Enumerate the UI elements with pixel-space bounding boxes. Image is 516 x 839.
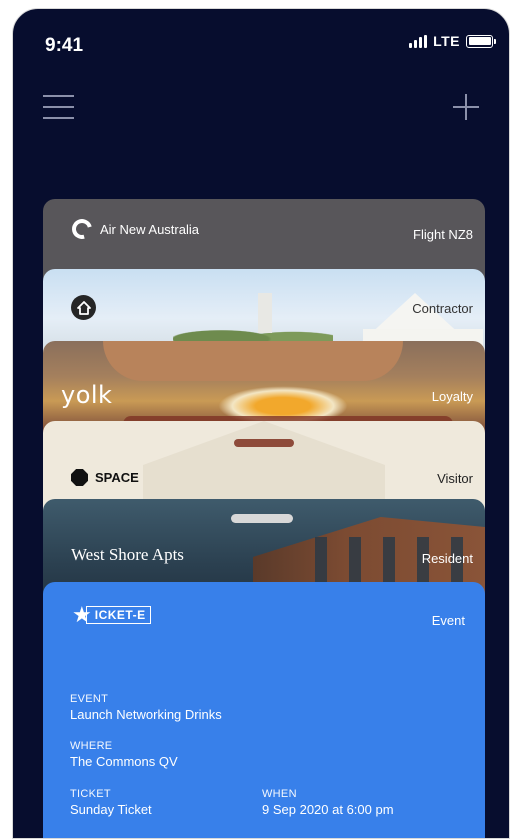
airline-brand: Air New Australia <box>68 215 199 243</box>
battery-icon <box>466 34 496 48</box>
where-value: The Commons QV <box>70 754 178 769</box>
hamburger-menu-icon[interactable] <box>43 95 74 119</box>
home-logo-icon <box>71 295 96 320</box>
badge-slot <box>231 514 293 523</box>
where-field: WHERE The Commons QV <box>70 740 178 769</box>
ticket-label: TICKET <box>70 788 111 800</box>
badge-slot <box>234 439 294 447</box>
status-indicators: LTE <box>409 33 496 49</box>
pass-type-label: Contractor <box>412 301 473 316</box>
pass-type-label: Resident <box>421 551 473 566</box>
ticket-field: TICKET Sunday Ticket <box>70 788 152 817</box>
network-label: LTE <box>433 33 460 49</box>
chimney-image <box>258 293 272 333</box>
signal-bars-icon <box>409 34 428 48</box>
when-field: WHEN 9 Sep 2020 at 6:00 pm <box>262 788 394 817</box>
event-label: EVENT <box>70 693 109 705</box>
space-name: SPACE <box>95 470 139 485</box>
yolk-logo: yolk <box>61 381 113 409</box>
where-label: WHERE <box>70 740 113 752</box>
event-value: Launch Networking Drinks <box>70 707 222 722</box>
when-label: WHEN <box>262 788 297 800</box>
pass-type-label: Visitor <box>437 471 473 486</box>
ticket-e-wordmark: ICKET-E <box>85 606 151 624</box>
pass-type-label: Event <box>431 613 465 628</box>
ticket-value: Sunday Ticket <box>70 802 152 817</box>
airline-logo-icon <box>68 215 96 243</box>
airline-name: Air New Australia <box>100 221 199 237</box>
space-brand: SPACE <box>71 469 139 486</box>
sandwich-image <box>103 341 403 381</box>
phone-screen: 9:41 LTE Air New Australia Flight NZ8 Co… <box>12 8 510 839</box>
pass-card-event[interactable]: ★ ICKET-E Event EVENT Launch Networking … <box>43 582 485 838</box>
pass-type-label: Flight NZ8 <box>413 227 473 242</box>
octagon-logo-icon <box>71 469 88 486</box>
apts-name: West Shore Apts <box>71 545 184 564</box>
status-time: 9:41 <box>45 35 84 56</box>
when-value: 9 Sep 2020 at 6:00 pm <box>262 802 394 817</box>
ticket-e-logo: ★ ICKET-E <box>72 604 151 626</box>
event-field: EVENT Launch Networking Drinks <box>70 693 222 722</box>
pass-type-label: Loyalty <box>431 389 473 404</box>
plus-icon[interactable] <box>453 94 479 120</box>
star-icon: ★ <box>72 602 92 627</box>
